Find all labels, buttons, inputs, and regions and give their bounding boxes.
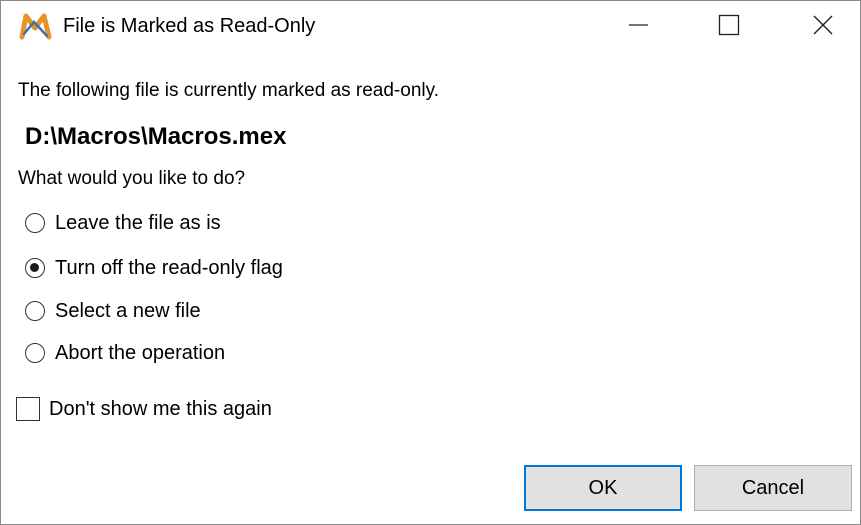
dialog-window: File is Marked as Read-Only The followin… [0,0,861,525]
intro-text: The following file is currently marked a… [18,80,439,101]
question-text: What would you like to do? [18,168,246,189]
radio-label: Leave the file as is [55,212,221,234]
dont-show-again-label: Don't show me this again [49,398,272,420]
close-button[interactable] [777,1,860,49]
maximize-icon [718,14,740,36]
radio-option-turn-off-readonly[interactable]: Turn off the read-only flag [25,253,283,283]
cancel-button[interactable]: Cancel [694,465,852,511]
radio-label: Turn off the read-only flag [55,257,283,279]
maximize-button[interactable] [683,1,775,49]
dont-show-again-checkbox-row[interactable]: Don't show me this again [16,394,272,424]
radio-button-selected[interactable] [25,258,45,278]
ok-button[interactable]: OK [524,465,682,511]
macro-express-m-icon [19,12,53,40]
dont-show-again-checkbox[interactable] [16,397,40,421]
minimize-icon [629,15,649,35]
radio-option-select-new[interactable]: Select a new file [25,296,201,326]
radio-button[interactable] [25,343,45,363]
radio-button[interactable] [25,301,45,321]
close-icon [812,14,834,36]
radio-label: Select a new file [55,300,201,322]
minimize-button[interactable] [593,1,685,49]
radio-label: Abort the operation [55,342,226,364]
window-title: File is Marked as Read-Only [63,15,316,37]
title-bar[interactable]: File is Marked as Read-Only [1,1,860,49]
radio-option-leave[interactable]: Leave the file as is [25,208,221,238]
radio-option-abort[interactable]: Abort the operation [25,338,225,368]
radio-button[interactable] [25,213,45,233]
file-path: D:\Macros\Macros.mex [25,123,287,150]
